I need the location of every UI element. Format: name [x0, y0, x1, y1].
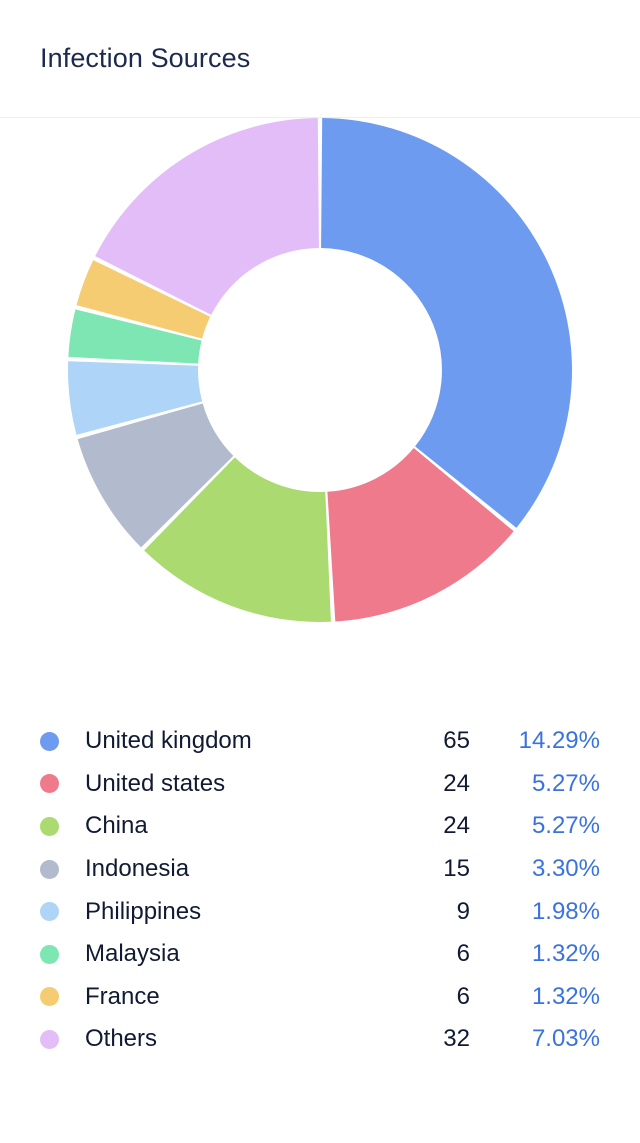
- legend-color-dot-icon: [40, 902, 59, 922]
- legend-percent: 14.29%: [518, 727, 600, 755]
- legend-percent: 1.98%: [531, 897, 600, 925]
- legend-value: 24: [443, 812, 470, 840]
- legend-percent: 1.32%: [531, 940, 600, 968]
- legend-color-dot-icon: [40, 859, 59, 879]
- legend-label: United kingdom: [85, 727, 252, 755]
- legend-label: Philippines: [85, 897, 202, 925]
- legend-color-dot-icon: [40, 774, 59, 794]
- page-title: Infection Sources: [40, 43, 251, 74]
- legend-color-dot-icon: [40, 731, 59, 751]
- legend-color-dot-icon: [40, 944, 59, 964]
- legend-percent: 3.30%: [531, 855, 600, 883]
- legend-value: 6: [456, 982, 470, 1010]
- infection-sources-card: Infection Sources United kingdom 65 14.29%…: [0, 0, 640, 1143]
- donut-slice[interactable]: [321, 118, 572, 528]
- legend-color-dot-icon: [40, 816, 59, 836]
- donut-chart-svg: [67, 118, 572, 622]
- legend-color-dot-icon: [40, 987, 59, 1007]
- legend-value: 65: [443, 727, 470, 755]
- legend-label: United states: [85, 769, 226, 797]
- legend-row[interactable]: Others 32 7.03%: [40, 1018, 600, 1061]
- legend-value: 32: [443, 1025, 470, 1053]
- legend-percent: 5.27%: [531, 769, 600, 797]
- legend-color-dot-icon: [40, 1029, 59, 1049]
- legend-value: 6: [456, 940, 470, 968]
- legend-percent: 7.03%: [531, 1025, 600, 1053]
- legend-row[interactable]: Indonesia 15 3.30%: [40, 848, 600, 891]
- legend-row[interactable]: Malaysia 6 1.32%: [40, 933, 600, 976]
- legend-label: Others: [85, 1025, 158, 1053]
- legend-value: 24: [443, 769, 470, 797]
- card-header: Infection Sources: [0, 0, 640, 118]
- legend-label: Malaysia: [85, 940, 180, 968]
- legend-percent: 5.27%: [531, 812, 600, 840]
- legend-row[interactable]: United kingdom 65 14.29%: [40, 720, 600, 763]
- legend-value: 9: [456, 897, 470, 925]
- chart-legend: United kingdom 65 14.29% United states 24 5.2…: [0, 720, 640, 1061]
- legend-row[interactable]: United states 24 5.27%: [40, 763, 600, 806]
- legend-label: France: [85, 982, 160, 1010]
- legend-row[interactable]: Philippines 9 1.98%: [40, 890, 600, 933]
- donut-slice-group: [67, 118, 572, 622]
- legend-value: 15: [443, 855, 470, 883]
- donut-chart: [0, 118, 640, 718]
- legend-percent: 1.32%: [531, 982, 600, 1010]
- legend-row[interactable]: France 6 1.32%: [40, 976, 600, 1019]
- legend-row[interactable]: China 24 5.27%: [40, 805, 600, 848]
- legend-label: Indonesia: [85, 855, 190, 883]
- legend-label: China: [85, 812, 148, 840]
